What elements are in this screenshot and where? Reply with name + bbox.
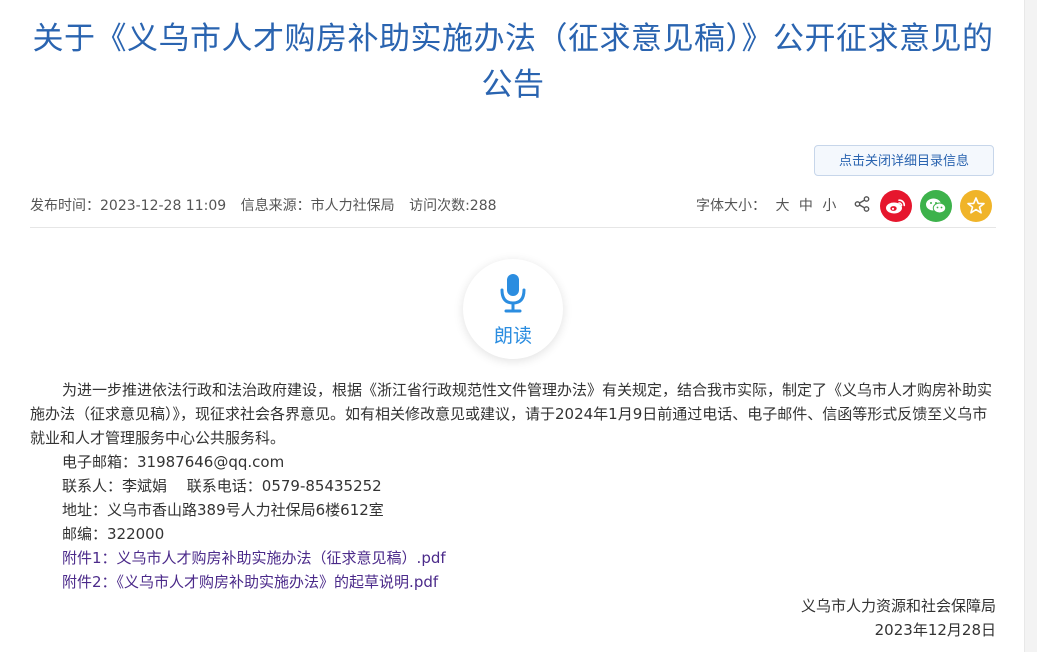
contact-person: 联系人：李斌娟 联系电话：0579-85435252 — [62, 477, 382, 495]
font-size-label: 字体大小： — [696, 198, 766, 214]
microphone-icon — [500, 274, 526, 313]
publish-time: 发布时间：2023-12-28 11:09 — [30, 198, 227, 214]
attachment-2-link[interactable]: 附件2：《义乌市人才购房补助实施办法》的起草说明.pdf — [62, 573, 438, 591]
contact-address: 地址：义乌市香山路389号人力社保局6楼612室 — [62, 501, 384, 519]
wechat-icon — [926, 198, 947, 214]
weibo-icon — [886, 199, 906, 214]
visit-count: 访问次数:288 — [409, 198, 497, 214]
signature-date: 2023年12月28日 — [874, 621, 996, 639]
info-source: 信息来源：市人力社保局 — [240, 198, 395, 214]
article-body: 为进一步推进依法行政和法治政府建设，根据《浙江省行政规范性文件管理办法》有关规定… — [30, 378, 996, 594]
toggle-catalog-button[interactable]: 点击关闭详细目录信息 — [814, 145, 994, 176]
intro-paragraph: 为进一步推进依法行政和法治政府建设，根据《浙江省行政规范性文件管理办法》有关规定… — [30, 381, 993, 447]
font-size-control: 字体大小： 大 中 小 — [696, 195, 836, 215]
page-title: 关于《义乌市人才购房补助实施办法（征求意见稿）》公开征求意见的公告 — [32, 21, 994, 103]
favorite-button[interactable] — [960, 190, 992, 222]
font-size-small[interactable]: 小 — [822, 198, 836, 214]
weibo-share-button[interactable] — [880, 190, 912, 222]
font-size-medium[interactable]: 中 — [799, 198, 813, 214]
wechat-share-button[interactable] — [920, 190, 952, 222]
article-page: 关于《义乌市人才购房补助实施办法（征求意见稿）》公开征求意见的公告 点击关闭详细… — [0, 0, 1037, 652]
article-meta: 发布时间：2023-12-28 11:09 信息来源：市人力社保局 访问次数:2… — [30, 195, 507, 215]
font-size-large[interactable]: 大 — [775, 198, 789, 214]
share-icon[interactable] — [853, 195, 871, 213]
scrollbar-track[interactable] — [1024, 0, 1037, 652]
attachment-1-link[interactable]: 附件1：义乌市人才购房补助实施办法（征求意见稿）.pdf — [62, 549, 446, 567]
meta-divider — [30, 227, 996, 228]
signature-org: 义乌市人力资源和社会保障局 — [800, 597, 996, 615]
postcode: 邮编：322000 — [62, 525, 165, 543]
meta-bar: 发布时间：2023-12-28 11:09 信息来源：市人力社保局 访问次数:2… — [30, 188, 996, 224]
attachment-1: 附件1：义乌市人才购房补助实施办法（征求意见稿）.pdf — [30, 546, 996, 570]
read-aloud-button[interactable]: 朗读 — [463, 259, 563, 359]
contact-email: 电子邮箱：31987646@qq.com — [62, 453, 285, 471]
star-icon — [967, 197, 985, 214]
read-aloud-label: 朗读 — [493, 325, 532, 347]
attachment-2: 附件2：《义乌市人才购房补助实施办法》的起草说明.pdf — [30, 570, 996, 594]
signature-block: 义乌市人力资源和社会保障局 2023年12月28日 — [801, 594, 996, 642]
